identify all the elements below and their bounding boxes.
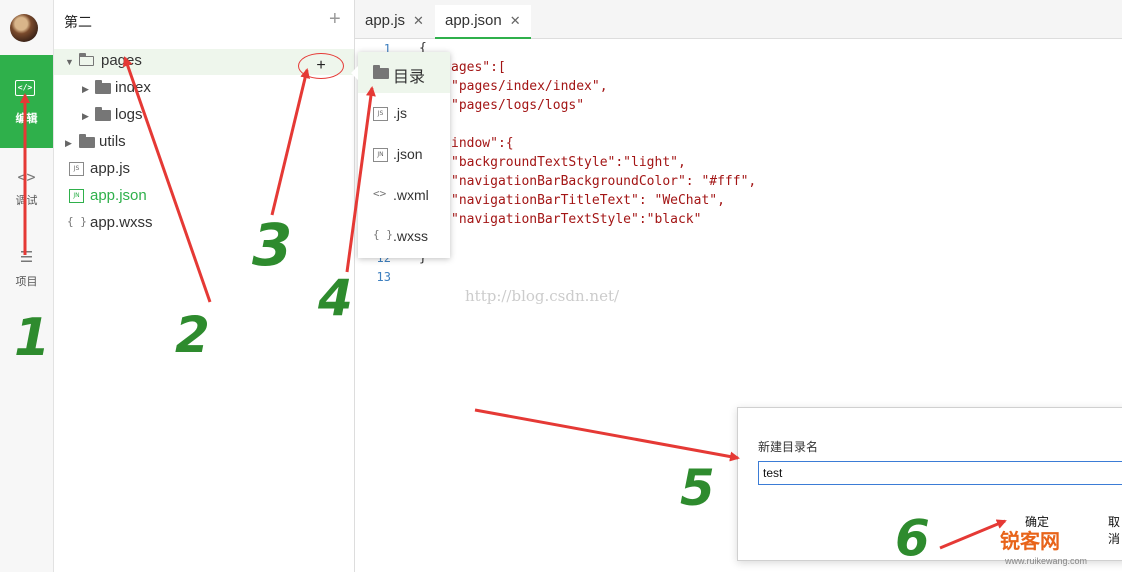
annotation-number: 6 [895,509,930,567]
annotation-layer: 1 2 3 4 5 6 [14,56,1007,567]
annotation-numbers: 1 2 3 4 5 6 [14,211,930,567]
annotation-number: 1 [14,308,50,368]
arrow-5 [474,408,740,462]
annotation-number: 5 [680,459,715,517]
annotation-arrows [20,56,1007,550]
arrow-3 [270,68,310,216]
arrow-2 [122,56,212,303]
arrow-6 [939,519,1007,550]
arrow-4 [345,86,376,273]
annotation-number: 4 [317,269,353,327]
annotation-number: 2 [175,306,210,364]
annotation-number: 3 [252,211,292,279]
